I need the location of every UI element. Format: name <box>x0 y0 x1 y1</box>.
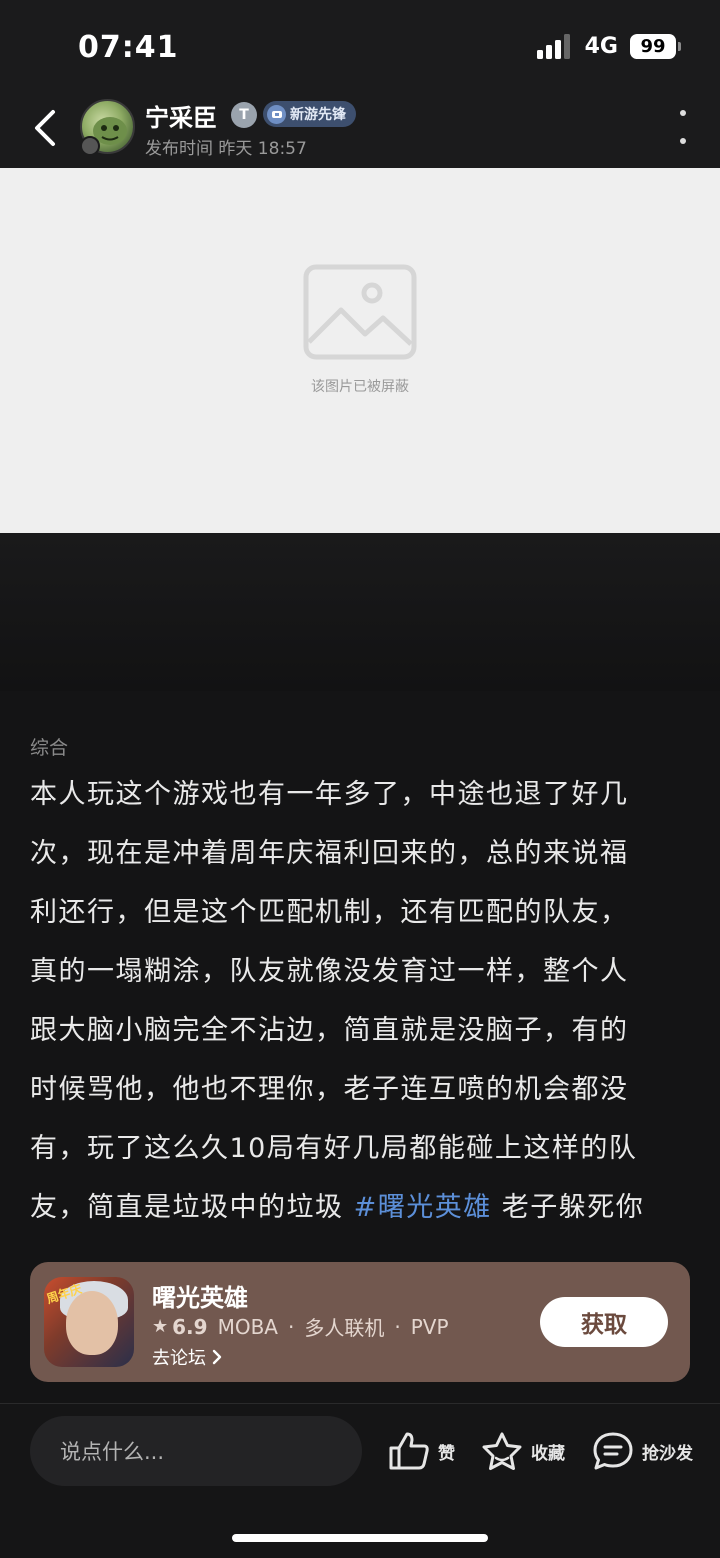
chevron-right-icon <box>212 1349 222 1365</box>
like-label: 赞 <box>438 1443 455 1464</box>
game-card[interactable]: 周年庆 曙光英雄 ★ 6.9 MOBA · 多人联机 · PVP 去论坛 获取 <box>30 1262 690 1382</box>
back-arrow-icon <box>35 110 55 146</box>
forum-link[interactable]: 去论坛 <box>152 1344 222 1370</box>
get-game-button[interactable]: 获取 <box>540 1297 668 1347</box>
meta-separator: · <box>287 1314 295 1339</box>
network-type: 4G <box>584 33 618 59</box>
first-comment-button[interactable]: 抢沙发 <box>592 1426 693 1476</box>
bottom-bar: 说点什么... 赞 收藏 抢沙发 <box>0 1403 720 1558</box>
back-button[interactable] <box>28 106 62 150</box>
game-name[interactable]: 曙光英雄 <box>152 1278 248 1313</box>
favorite-button[interactable]: 收藏 <box>481 1426 565 1476</box>
post-line-text: 友，简直是垃圾中的垃圾 <box>30 1192 354 1223</box>
game-genre: MOBA <box>217 1314 278 1339</box>
home-indicator[interactable] <box>232 1534 488 1542</box>
game-genre: PVP <box>410 1314 449 1339</box>
post-body: 本人玩这个游戏也有一年多了，中途也退了好几 次，现在是冲着周年庆福利回来的，总的… <box>30 765 694 1237</box>
post-content: 综合 本人玩这个游戏也有一年多了，中途也退了好几 次，现在是冲着周年庆福利回来的… <box>0 691 720 1403</box>
post-line: 本人玩这个游戏也有一年多了，中途也退了好几 <box>30 779 629 810</box>
star-icon: ★ <box>152 1316 169 1337</box>
post-line: 真的一塌糊涂，队友就像没发育过一样，整个人 <box>30 956 629 987</box>
comment-bubble-icon <box>593 1432 633 1470</box>
post-line-text: 老子躲死你 <box>491 1192 645 1223</box>
post-line: 利还行，但是这个匹配机制，还有匹配的队友， <box>30 897 629 928</box>
comment-input[interactable]: 说点什么... <box>30 1416 362 1486</box>
user-tag-badge: 新游先锋 <box>263 101 356 127</box>
hashtag-link[interactable]: #曙光英雄 <box>354 1192 492 1223</box>
post-line: 时候骂他，他也不理你，老子连互喷的机会都没 <box>30 1074 629 1105</box>
meta-separator: · <box>394 1314 401 1339</box>
game-icon[interactable]: 周年庆 <box>44 1277 134 1367</box>
gamepad-icon <box>267 104 286 124</box>
signal-icon <box>536 33 573 59</box>
status-time: 07:41 <box>78 30 179 65</box>
first-comment-label: 抢沙发 <box>642 1443 693 1464</box>
post-line: 次，现在是冲着周年庆福利回来的，总的来说福 <box>30 838 629 869</box>
game-rating: 6.9 <box>172 1314 208 1339</box>
user-tag-label: 新游先锋 <box>290 107 346 123</box>
image-blocked-text: 该图片已被屏蔽 <box>311 379 409 395</box>
forum-link-label: 去论坛 <box>152 1348 206 1369</box>
post-header: 宁采臣 T 新游先锋 发布时间 昨天 18:57 <box>0 92 720 168</box>
post-line: 有，玩了这么久10局有好几局都能碰上这样的队 <box>30 1133 638 1164</box>
verify-badge: T <box>231 102 257 128</box>
status-indicators: 4G 99 <box>536 33 681 59</box>
favorite-label: 收藏 <box>531 1443 565 1464</box>
verify-badge-label: T <box>239 107 249 123</box>
post-line-last: 友，简直是垃圾中的垃圾 #曙光英雄 老子躲死你 <box>30 1178 694 1237</box>
battery-icon: 99 <box>630 33 681 59</box>
star-outline-icon <box>482 1432 522 1470</box>
battery-level: 99 <box>640 35 666 57</box>
status-bar: 07:41 4G 99 <box>0 0 720 92</box>
post-image-blocked[interactable]: 该图片已被屏蔽 <box>0 168 720 533</box>
comment-placeholder: 说点什么... <box>60 1440 165 1464</box>
post-category[interactable]: 综合 <box>30 733 68 760</box>
avatar-badge <box>80 136 100 156</box>
thumbs-up-icon <box>389 1432 429 1470</box>
more-vertical-icon <box>680 110 686 116</box>
more-button[interactable] <box>676 110 690 144</box>
post-line: 跟大脑小脑完全不沾边，简直就是没脑子，有的 <box>30 1015 629 1046</box>
game-meta: ★ 6.9 MOBA · 多人联机 · PVP <box>152 1312 449 1341</box>
image-bottom-band <box>0 533 720 691</box>
like-button[interactable]: 赞 <box>388 1426 455 1476</box>
post-time: 发布时间 昨天 18:57 <box>145 139 307 159</box>
image-placeholder-icon <box>303 264 417 360</box>
username[interactable]: 宁采臣 <box>145 98 217 133</box>
game-genre: 多人联机 <box>304 1316 385 1340</box>
